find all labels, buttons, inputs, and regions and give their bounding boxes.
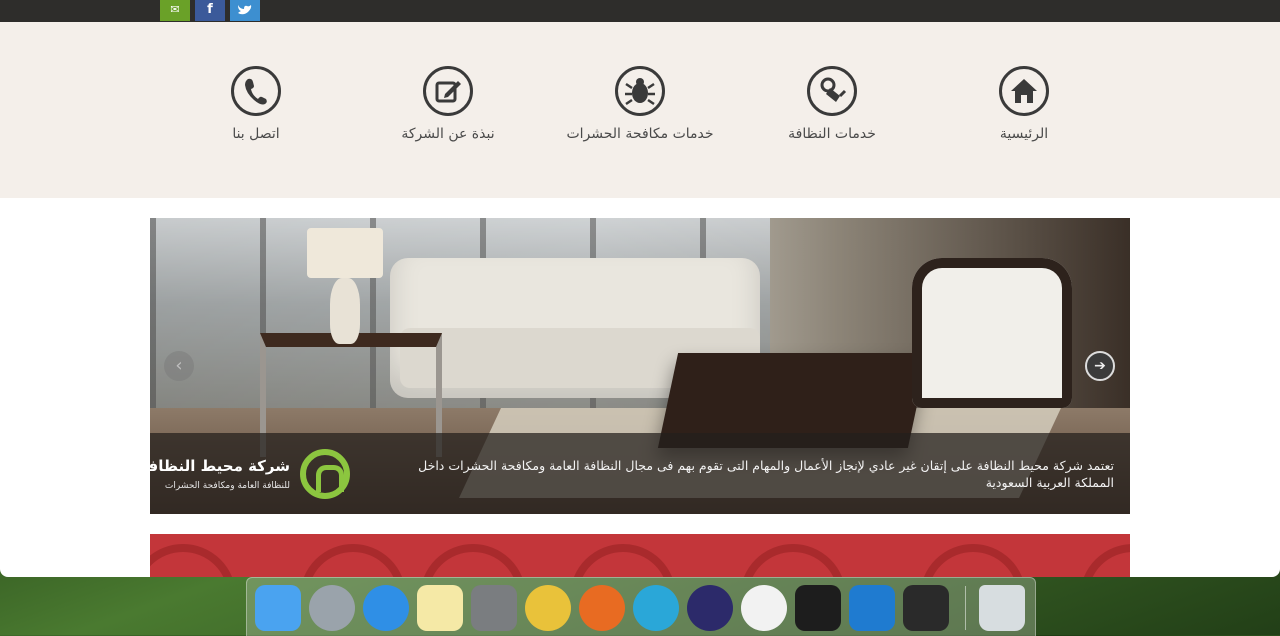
photos-icon[interactable] [741,585,787,631]
finder-icon[interactable] [255,585,301,631]
nav-item-home[interactable]: الرئيسية [924,66,1124,142]
slide-lamp-base [330,278,360,344]
facebook-button[interactable]: f [195,0,225,21]
vscode-icon[interactable] [849,585,895,631]
decorative-ring [570,544,676,577]
nav-item-contact[interactable]: اتصل بنا [156,66,356,142]
kite-icon[interactable] [633,585,679,631]
decorative-ring [420,544,526,577]
arrow-right-icon: ➔ [1094,358,1106,374]
logo-subtitle: للنظافة العامة ومكافحة الحشرات [164,481,290,491]
phone-icon [231,66,281,116]
macos-dock [246,577,1036,636]
main-navigation: الرئيسية خدمات النظافة خدمات مكافحة الحش… [0,22,1280,198]
red-section-banner [150,534,1130,577]
twitter-button[interactable] [230,0,260,21]
slider-next-button[interactable]: ➔ [1085,351,1115,381]
image-slider: ‹ ➔ تعتمد شركة محيط النظافة على إتقان غي… [150,218,1130,514]
nav-item-about[interactable]: نبذة عن الشركة [348,66,548,142]
edit-icon [423,66,473,116]
slide-armchair [912,258,1072,408]
decorative-ring [920,544,1026,577]
firefox-icon[interactable] [579,585,625,631]
nav-item-pest-control[interactable]: خدمات مكافحة الحشرات [540,66,740,142]
trash-icon[interactable] [979,585,1025,631]
system-preferences-icon[interactable] [471,585,517,631]
dock-separator [965,586,966,630]
decorative-ring [740,544,846,577]
slider-prev-button[interactable]: ‹ [164,351,194,381]
launchpad-icon[interactable] [309,585,355,631]
home-icon [999,66,1049,116]
vacuum-cleaner-icon [807,66,857,116]
decorative-ring [1080,544,1130,577]
twitter-icon [230,4,260,18]
slide-lamp-shade [307,228,383,278]
slide-caption: تعتمد شركة محيط النظافة على إتقان غير عا… [150,433,1130,514]
nav-label-cleaning-services: خدمات النظافة [788,126,876,142]
logo-name: شركة محيط النظافة [150,457,290,475]
decorative-ring [300,544,406,577]
company-logo: شركة محيط النظافة للنظافة العامة ومكافحة… [150,447,358,505]
nav-label-home: الرئيسية [999,126,1049,142]
safari-icon[interactable] [363,585,409,631]
nav-item-cleaning-services[interactable]: خدمات النظافة [732,66,932,142]
top-bar: ✉ f [0,0,1280,23]
email-icon: ✉ [170,3,180,16]
chrome-icon[interactable] [525,585,571,631]
nav-label-about: نبذة عن الشركة [401,126,495,142]
screen-app-icon[interactable] [903,585,949,631]
nav-label-pest-control: خدمات مكافحة الحشرات [566,126,714,142]
decorative-ring [150,544,236,577]
browser-window: ✉ f الرئيسية خدمات النظافة خدمات مكافحة … [0,0,1280,577]
terminal-icon[interactable] [795,585,841,631]
chevron-left-icon: ‹ [175,355,183,376]
facebook-icon: f [207,2,213,17]
eclipse-icon[interactable] [687,585,733,631]
slide-caption-text: تعتمد شركة محيط النظافة على إتقان غير عا… [418,458,1114,490]
logo-mark-icon [300,449,350,499]
email-button[interactable]: ✉ [160,0,190,21]
notes-icon[interactable] [417,585,463,631]
bug-icon [615,66,665,116]
nav-label-contact: اتصل بنا [232,126,280,142]
